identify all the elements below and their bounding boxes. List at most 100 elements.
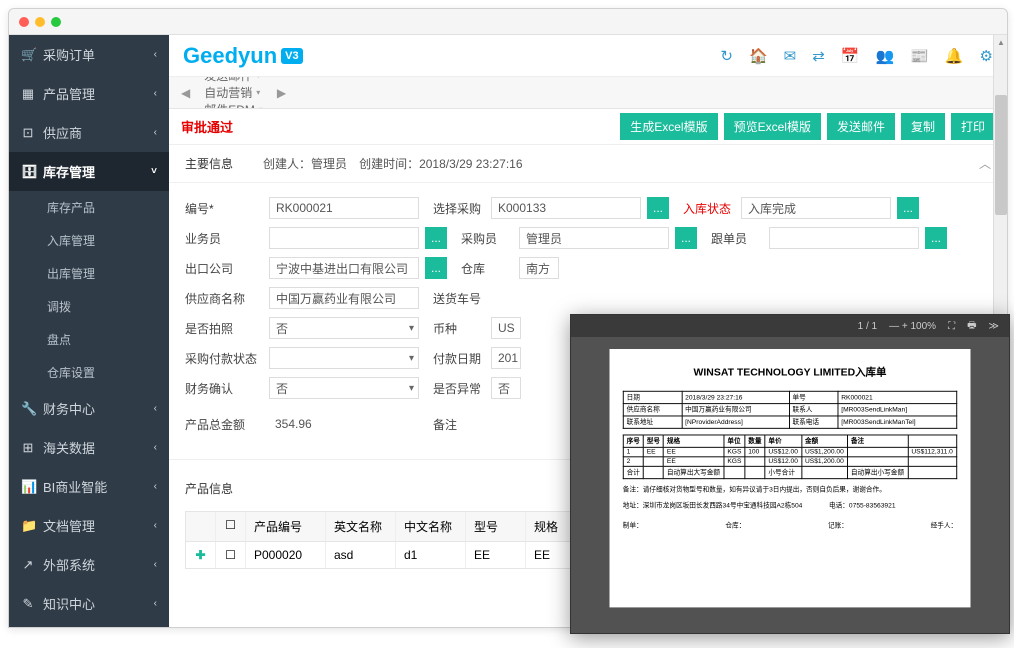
sidebar-icon: 📁 bbox=[21, 518, 35, 534]
sidebar-label: 库存管理 bbox=[43, 162, 95, 181]
wh-input[interactable]: 南方 bbox=[519, 257, 559, 279]
tabs-prev-icon[interactable]: ◀ bbox=[175, 86, 196, 100]
sidebar-item[interactable]: 📁文档管理‹ bbox=[9, 506, 169, 545]
sidebar-label: 采购订单 bbox=[43, 45, 95, 64]
instate-input[interactable]: 入库完成 bbox=[741, 197, 891, 219]
tab[interactable]: 自动营销▾ bbox=[196, 84, 271, 101]
top-icon[interactable]: ✉ bbox=[784, 47, 797, 65]
abn-input[interactable]: 否 bbox=[491, 377, 521, 399]
gen-excel-button[interactable]: 生成Excel模版 bbox=[620, 113, 717, 140]
sidebar-item[interactable]: 🔧财务中心‹ bbox=[9, 389, 169, 428]
scroll-thumb[interactable] bbox=[995, 95, 1007, 215]
top-icon[interactable]: ↻ bbox=[720, 47, 733, 65]
photo-select[interactable]: 否 bbox=[269, 317, 419, 339]
sidebar-item[interactable]: ⊞海关数据‹ bbox=[9, 428, 169, 467]
logo[interactable]: Geedyun V3 bbox=[183, 43, 303, 69]
sidebar-item[interactable]: 📄工作报告‹ bbox=[9, 623, 169, 627]
sidebar-item[interactable]: ⊡供应商‹ bbox=[9, 113, 169, 152]
chevron-icon: ‹ bbox=[154, 559, 157, 570]
po-pick-button[interactable]: ... bbox=[647, 197, 669, 219]
pdf-sig-field: 经手人： bbox=[931, 521, 958, 531]
pdf-body: WINSAT TECHNOLOGY LIMITED入库单 日期2018/3/29… bbox=[571, 337, 1009, 633]
pdf-preview-window[interactable]: 1 / 1 — + 100% ⛶ 🖶 ≫ WINSAT TECHNOLOGY L… bbox=[570, 314, 1010, 634]
th-check[interactable]: ☐ bbox=[216, 512, 246, 541]
sidebar-subitem[interactable]: 盘点 bbox=[9, 323, 169, 356]
exp-pick-button[interactable]: ... bbox=[425, 257, 447, 279]
photo-label: 是否拍照 bbox=[185, 320, 263, 337]
pdf-toolbar: 1 / 1 — + 100% ⛶ 🖶 ≫ bbox=[571, 315, 1009, 337]
top-icon[interactable]: 📅 bbox=[841, 47, 860, 65]
scroll-up-icon[interactable]: ▲ bbox=[994, 35, 1007, 49]
sidebar-subitem[interactable]: 调拨 bbox=[9, 290, 169, 323]
sidebar-subitem[interactable]: 出库管理 bbox=[9, 257, 169, 290]
sidebar-icon: ✎ bbox=[21, 596, 35, 612]
preview-excel-button[interactable]: 预览Excel模版 bbox=[724, 113, 821, 140]
sidebar-icon: 🗄 bbox=[21, 164, 35, 180]
caret-icon: ▾ bbox=[256, 88, 260, 97]
copy-button[interactable]: 复制 bbox=[901, 113, 945, 140]
pdf-zoom-control[interactable]: — + 100% bbox=[889, 321, 936, 332]
no-input[interactable]: RK000021 bbox=[269, 197, 419, 219]
pdf-print-icon[interactable]: 🖶 bbox=[967, 318, 976, 335]
cur-input[interactable]: US bbox=[491, 317, 521, 339]
sidebar-item[interactable]: 🛒采购订单‹ bbox=[9, 35, 169, 74]
tab[interactable]: 邮件EDM▾ bbox=[196, 101, 271, 109]
top-icon[interactable]: 📰 bbox=[910, 47, 929, 65]
sidebar-subitem[interactable]: 仓库设置 bbox=[9, 356, 169, 389]
row-check[interactable]: ☐ bbox=[216, 542, 246, 568]
paydate-input[interactable]: 201 bbox=[491, 347, 521, 369]
top-icon[interactable]: ⇄ bbox=[812, 47, 825, 65]
wh-label: 仓库 bbox=[453, 260, 513, 277]
top-icon[interactable]: 🏠 bbox=[749, 47, 768, 65]
sidebar-icon: ↗ bbox=[21, 557, 35, 573]
chevron-icon: ‹ bbox=[154, 598, 157, 609]
window-titlebar bbox=[9, 9, 1007, 35]
logo-tag: V3 bbox=[281, 48, 302, 64]
send-mail-button[interactable]: 发送邮件 bbox=[827, 113, 895, 140]
fin-select[interactable]: 否 bbox=[269, 377, 419, 399]
pdf-signatures: 制单：仓库：记账：经手人： bbox=[623, 521, 957, 531]
sidebar-item[interactable]: ↗外部系统‹ bbox=[9, 545, 169, 584]
follow-input[interactable] bbox=[769, 227, 919, 249]
car-label: 送货车号 bbox=[425, 290, 485, 307]
exp-label: 出口公司 bbox=[185, 260, 263, 277]
sidebar-subitem[interactable]: 入库管理 bbox=[9, 224, 169, 257]
chevron-icon: ‹ bbox=[154, 442, 157, 453]
buyer-pick-button[interactable]: ... bbox=[675, 227, 697, 249]
pdf-title: WINSAT TECHNOLOGY LIMITED入库单 bbox=[623, 364, 957, 379]
follow-pick-button[interactable]: ... bbox=[925, 227, 947, 249]
collapse-icon[interactable]: ︿ bbox=[979, 155, 991, 172]
sales-input[interactable] bbox=[269, 227, 419, 249]
exp-input[interactable]: 宁波中基进出口有限公司 bbox=[269, 257, 419, 279]
top-icons: ↻ 🏠 ✉ ⇄ 📅 👥 📰 🔔 ⚙ bbox=[720, 47, 993, 65]
min-dot[interactable] bbox=[35, 17, 45, 27]
pdf-expand-icon[interactable]: ⛶ bbox=[948, 321, 955, 332]
sidebar-icon: ⊞ bbox=[21, 440, 35, 456]
pdf-page-indicator: 1 / 1 bbox=[858, 321, 877, 332]
print-button[interactable]: 打印 bbox=[951, 113, 995, 140]
sidebar-item[interactable]: 📊BI商业智能‹ bbox=[9, 467, 169, 506]
top-icon[interactable]: ⚙ bbox=[980, 47, 993, 65]
sidebar-item[interactable]: ✎知识中心‹ bbox=[9, 584, 169, 623]
buyer-input[interactable]: 管理员 bbox=[519, 227, 669, 249]
sidebar-item[interactable]: ▦产品管理‹ bbox=[9, 74, 169, 113]
sup-input[interactable]: 中国万赢药业有限公司 bbox=[269, 287, 419, 309]
section-title: 主要信息 bbox=[185, 155, 233, 172]
max-dot[interactable] bbox=[51, 17, 61, 27]
paystat-label: 采购付款状态 bbox=[185, 350, 263, 367]
sales-pick-button[interactable]: ... bbox=[425, 227, 447, 249]
sidebar-subitem[interactable]: 库存产品 bbox=[9, 191, 169, 224]
sidebar-label: 产品管理 bbox=[43, 84, 95, 103]
row-expand-icon[interactable]: ✚ bbox=[186, 542, 216, 568]
top-icon[interactable]: 👥 bbox=[875, 47, 894, 65]
tabs-next-icon[interactable]: ▶ bbox=[271, 86, 292, 100]
pdf-menu-icon[interactable]: ≫ bbox=[989, 321, 999, 332]
tab[interactable]: 发送邮件▾ bbox=[196, 77, 271, 84]
instate-pick-button[interactable]: ... bbox=[897, 197, 919, 219]
paystat-select[interactable] bbox=[269, 347, 419, 369]
close-dot[interactable] bbox=[19, 17, 29, 27]
top-icon[interactable]: 🔔 bbox=[945, 47, 964, 65]
sidebar-icon: 📊 bbox=[21, 479, 35, 495]
po-input[interactable]: K000133 bbox=[491, 197, 641, 219]
sidebar-item[interactable]: 🗄库存管理˅ bbox=[9, 152, 169, 191]
